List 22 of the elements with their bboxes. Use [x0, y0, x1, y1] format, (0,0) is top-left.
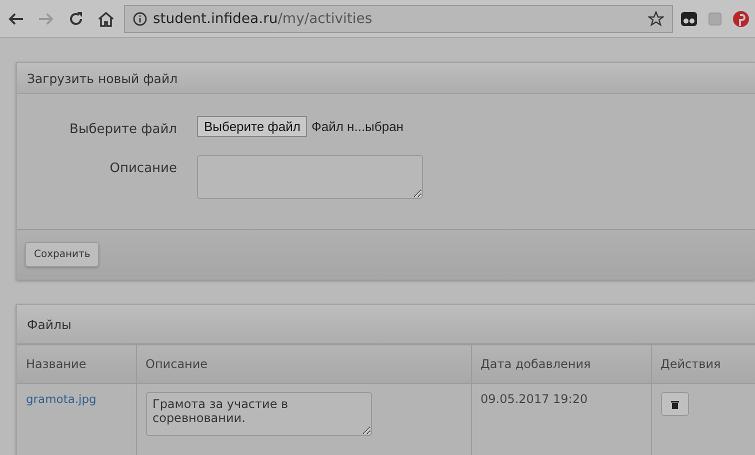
- trash-icon: [670, 400, 678, 408]
- field-label: Выберите файл: [68, 121, 177, 137]
- info-icon: [133, 12, 147, 26]
- choose-file-button[interactable]: Выберите файл: [197, 116, 308, 137]
- delete-button[interactable]: [660, 392, 688, 416]
- date-cell: 09.05.2017 19:20: [480, 392, 588, 406]
- panel-title: Файлы: [17, 305, 755, 344]
- url-path: /my/activities: [278, 10, 372, 26]
- column-header: Действия: [651, 344, 755, 384]
- description-field[interactable]: [197, 155, 423, 199]
- star-icon[interactable]: [648, 10, 664, 26]
- file-status: Файл н...ыбран: [311, 119, 404, 134]
- column-header: Дата добавления: [471, 344, 651, 384]
- save-button[interactable]: Сохранить: [25, 242, 100, 267]
- pin-icon[interactable]: [731, 8, 751, 28]
- description-field[interactable]: Грамота за участие в соревновании.: [146, 392, 372, 436]
- address-bar[interactable]: student.infidea.ru/my/activities: [124, 4, 673, 32]
- url-host: student.infidea.ru: [153, 10, 278, 26]
- column-header: Название: [17, 344, 136, 384]
- panel-title: Загрузить новый файл: [17, 63, 755, 94]
- column-header: Описание: [136, 344, 471, 384]
- field-label: Описание: [108, 160, 177, 176]
